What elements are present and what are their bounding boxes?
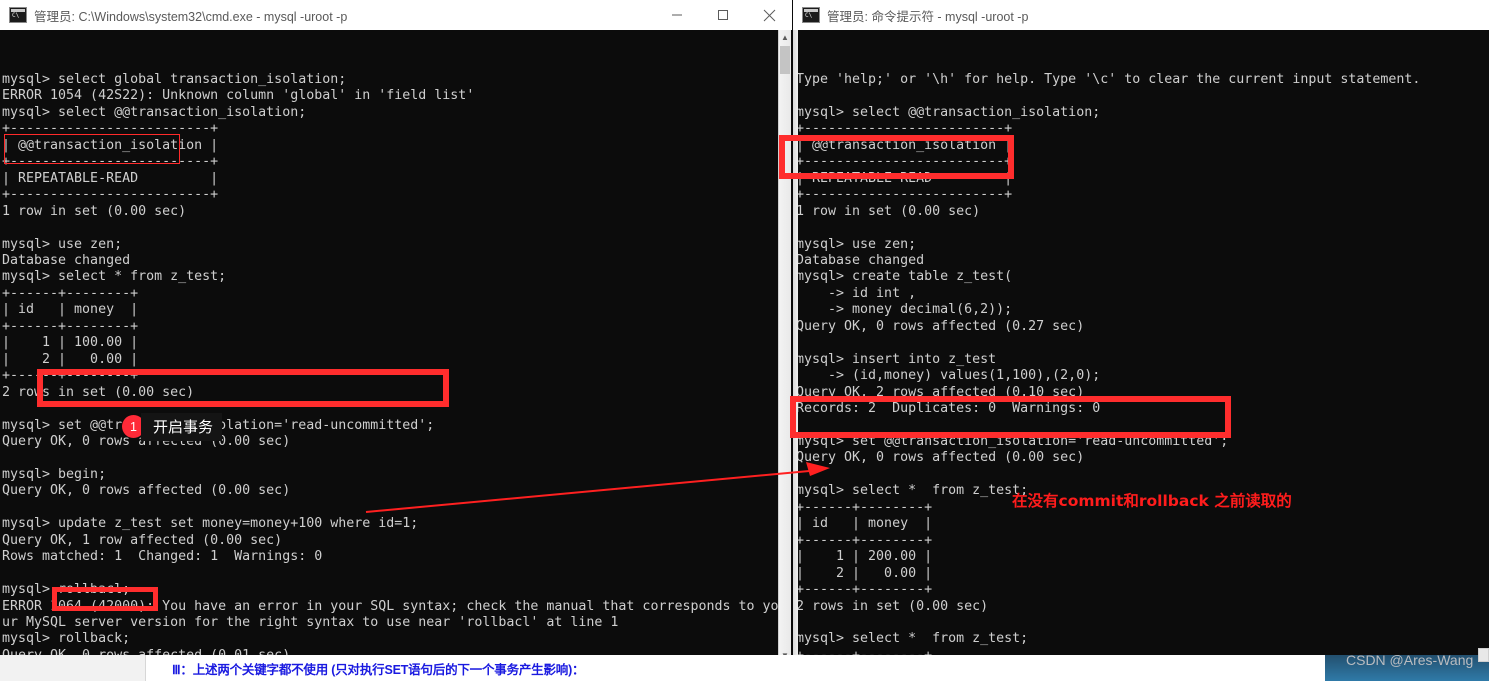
scroll-thumb[interactable] <box>780 46 790 74</box>
highlight-repeatable-read-right <box>779 135 1014 179</box>
highlight-repeatable-read-left <box>4 134 180 164</box>
step-badge-label: 开启事务 <box>141 413 223 441</box>
window-title-left: 管理员: C:\Windows\system32\cmd.exe - mysql… <box>34 9 348 24</box>
cmd-icon <box>802 7 820 23</box>
highlight-rollback-left <box>52 587 158 611</box>
window-title-right: 管理员: 命令提示符 - mysql -uroot -p <box>827 9 1029 24</box>
console-left[interactable]: mysql> select global transaction_isolati… <box>0 30 792 662</box>
red-annotation-note: 在没有commit和rollback 之前读取的 <box>1012 492 1292 510</box>
console-right[interactable]: Type 'help;' or '\h' for help. Type '\c'… <box>793 30 1489 662</box>
highlight-set-isolation-left <box>37 369 449 407</box>
cmd-window-right[interactable]: 管理员: 命令提示符 - mysql -uroot -p Type 'help;… <box>793 0 1489 662</box>
window-left-border <box>793 30 798 662</box>
watermark: CSDN @Ares-Wang <box>1346 652 1474 668</box>
titlebar-left[interactable]: 管理员: C:\Windows\system32\cmd.exe - mysql… <box>0 0 792 31</box>
document-heading: Ⅲ：上述两个关键字都不使用 (只对执行SET语句后的下一个事务产生影响)： <box>172 663 585 677</box>
document-scrollbar[interactable] <box>1478 648 1489 662</box>
maximize-icon[interactable] <box>700 0 746 30</box>
titlebar-right[interactable]: 管理员: 命令提示符 - mysql -uroot -p <box>793 0 1489 31</box>
scroll-up-icon[interactable]: ▲ <box>779 30 791 44</box>
highlight-set-isolation-right <box>790 396 1231 438</box>
minimize-icon[interactable] <box>654 0 700 30</box>
scrollbar-left[interactable]: ▲ ▼ <box>778 30 791 662</box>
close-icon[interactable] <box>746 0 792 30</box>
cmd-window-left[interactable]: 管理员: C:\Windows\system32\cmd.exe - mysql… <box>0 0 792 662</box>
window-controls-left[interactable] <box>654 0 792 30</box>
cmd-icon <box>9 7 27 23</box>
